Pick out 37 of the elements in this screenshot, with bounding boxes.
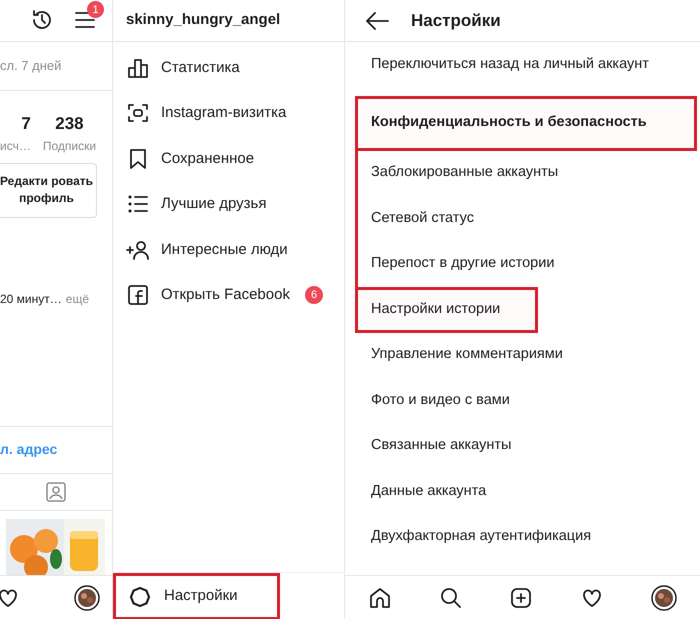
notification-badge: 1 bbox=[87, 1, 104, 18]
settings-item[interactable]: Связанные аккаунты bbox=[355, 424, 697, 469]
search-icon[interactable] bbox=[438, 586, 463, 610]
avatar-icon[interactable] bbox=[74, 584, 100, 611]
username-title: skinny_hungry_angel bbox=[126, 10, 280, 30]
menu-item[interactable]: Открыть Facebook 6 bbox=[113, 272, 344, 318]
settings-item[interactable]: Фото и видео с вами bbox=[355, 378, 697, 424]
stat-label: Подписки bbox=[42, 138, 96, 155]
stat-value: 7 bbox=[21, 113, 31, 136]
settings-item[interactable]: Управление комментариями bbox=[355, 332, 697, 378]
stat-value: 238 bbox=[55, 113, 84, 136]
settings-menu-item[interactable]: Настройки bbox=[113, 573, 280, 619]
edit-profile-button[interactable]: Редакти ровать профиль bbox=[0, 162, 97, 218]
stat-label: исч… bbox=[0, 138, 31, 155]
settings-item[interactable]: Конфиденциальность и безопасность bbox=[355, 96, 697, 150]
settings-item[interactable]: Настройки истории bbox=[355, 287, 538, 332]
menu-item[interactable]: Интересные люди bbox=[113, 227, 344, 272]
home-icon[interactable] bbox=[368, 586, 392, 610]
bio-text: 20 минут… bbox=[0, 291, 62, 308]
settings-item[interactable]: Сетевой статус bbox=[355, 196, 697, 242]
menu-item[interactable]: Сохраненное bbox=[113, 136, 344, 182]
avatar-icon[interactable] bbox=[650, 584, 677, 610]
facebook-icon bbox=[126, 283, 150, 308]
tagged-photos-icon[interactable] bbox=[45, 481, 67, 504]
settings-item[interactable]: Данные аккаунта bbox=[355, 469, 697, 514]
settings-icon bbox=[128, 584, 152, 608]
settings-title: Настройки bbox=[411, 10, 501, 32]
menu-item[interactable]: Instagram-визитка bbox=[113, 90, 344, 136]
settings-item[interactable]: Переключиться назад на личный аккаунт bbox=[355, 42, 697, 88]
add-post-icon[interactable] bbox=[509, 586, 534, 610]
period-text: сл. 7 дней bbox=[0, 57, 62, 76]
menu-item[interactable]: Статистика bbox=[113, 45, 344, 90]
settings-item[interactable]: Двухфакторная аутентификация bbox=[355, 514, 697, 560]
settings-item[interactable]: Заблокированные аккаунты bbox=[355, 150, 697, 196]
menu-item[interactable]: Лучшие друзья bbox=[113, 182, 344, 227]
back-arrow-icon[interactable] bbox=[365, 10, 389, 30]
notification-badge: 6 bbox=[305, 286, 323, 304]
